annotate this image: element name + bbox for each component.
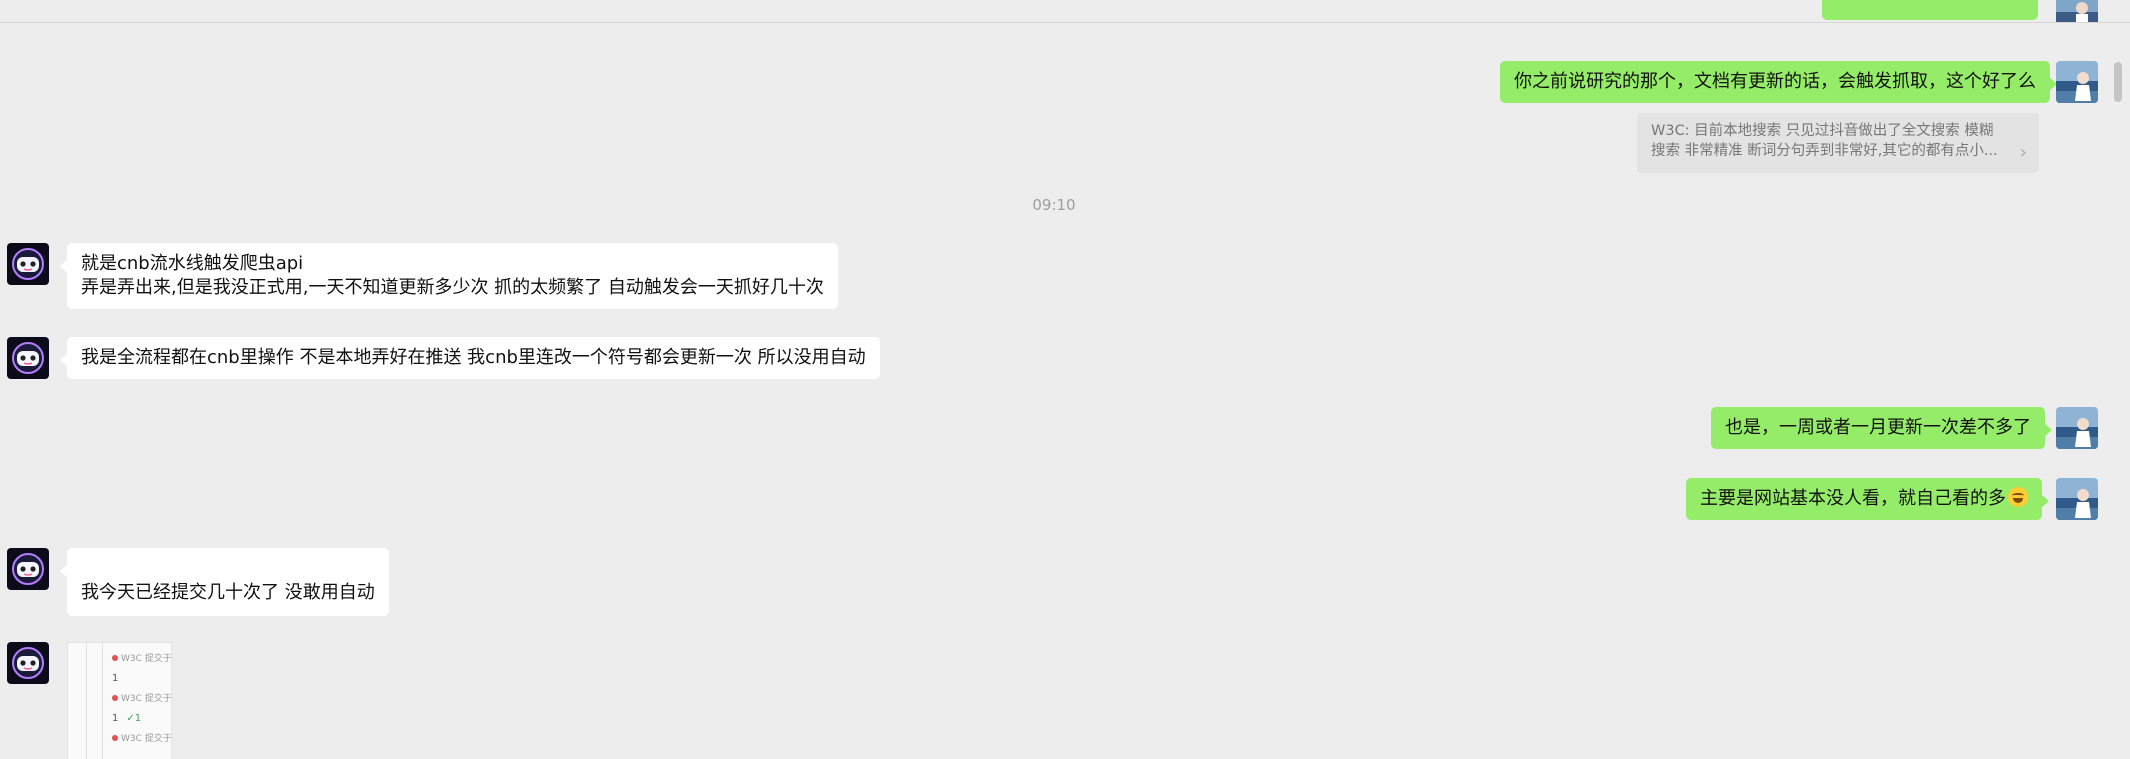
self-avatar-image <box>2056 478 2098 520</box>
self-avatar[interactable] <box>2056 407 2098 449</box>
quoted-reply[interactable]: W3C: 目前本地搜索 只见过抖音做出了全文搜索 模糊 搜索 非常精准 断词分句… <box>1637 113 2039 173</box>
status-dot-icon <box>112 735 118 741</box>
image-row: W3C 提交于 <box>112 731 171 744</box>
quote-line-1: W3C: 目前本地搜索 只见过抖音做出了全文搜索 模糊 <box>1651 123 1994 139</box>
chevron-right-icon: › <box>2019 142 2027 163</box>
image-number: 1 <box>112 673 119 684</box>
incoming-message[interactable]: 我是全流程都在cnb里操作 不是本地弄好在推送 我cnb里连改一个符号都会更新一… <box>60 337 880 379</box>
timestamp: 09:10 <box>1032 196 1076 214</box>
outgoing-message[interactable]: 主要是网站基本没人看，就自己看的多 <box>1686 478 2049 520</box>
self-avatar[interactable] <box>2056 478 2098 520</box>
image-message[interactable]: W3C 提交于 1 W3C 提交于 1 ✓1 W3C 提交于 <box>67 642 172 759</box>
status-dot-icon <box>112 655 118 661</box>
robot-avatar-icon <box>7 243 49 285</box>
scrollbar-thumb[interactable] <box>2114 62 2122 102</box>
contact-avatar[interactable] <box>7 548 49 590</box>
message-text: 我是全流程都在cnb里操作 不是本地弄好在推送 我cnb里连改一个符号都会更新一… <box>81 347 866 368</box>
message-text: 我今天已经提交几十次了 没敢用自动 <box>81 582 375 603</box>
status-dot-icon <box>112 695 118 701</box>
robot-avatar-icon <box>7 337 49 379</box>
partial-self-avatar[interactable] <box>2056 0 2098 22</box>
outgoing-message[interactable]: 也是，一周或者一月更新一次差不多了 <box>1711 407 2052 449</box>
robot-avatar-icon <box>7 548 49 590</box>
incoming-message[interactable]: 就是cnb流水线触发爬虫api 弄是弄出来,但是我没正式用,一天不知道更新多少次… <box>60 243 838 309</box>
self-avatar[interactable] <box>2056 61 2098 103</box>
image-row: W3C 提交于 <box>112 651 171 664</box>
top-divider <box>0 0 2130 23</box>
partial-previous-bubble <box>1822 0 2038 20</box>
quote-line-2: 搜索 非常精准 断词分句弄到非常好,其它的都有点小... <box>1651 143 1998 159</box>
message-text: 你之前说研究的那个，文档有更新的话，会触发抓取，这个好了么 <box>1514 71 2036 92</box>
robot-avatar-icon <box>7 642 49 684</box>
message-text-line-1: 就是cnb流水线触发爬虫api <box>81 253 304 274</box>
message-text: 也是，一周或者一月更新一次差不多了 <box>1725 417 2031 438</box>
self-avatar-image <box>2056 407 2098 449</box>
contact-avatar[interactable] <box>7 642 49 684</box>
outgoing-message[interactable]: 你之前说研究的那个，文档有更新的话，会触发抓取，这个好了么 <box>1500 61 2057 103</box>
image-divider <box>86 643 87 759</box>
joy-emoji-icon <box>2008 487 2028 507</box>
contact-avatar[interactable] <box>7 337 49 379</box>
image-row: W3C 提交于 <box>112 691 171 704</box>
self-avatar-image <box>2056 61 2098 103</box>
message-text: 主要是网站基本没人看，就自己看的多 <box>1700 488 2006 509</box>
image-divider <box>102 643 103 759</box>
image-number: 1 ✓1 <box>112 713 142 724</box>
contact-avatar[interactable] <box>7 243 49 285</box>
incoming-message[interactable]: 我今天已经提交几十次了 没敢用自动 <box>60 548 389 616</box>
message-text-line-2: 弄是弄出来,但是我没正式用,一天不知道更新多少次 抓的太频繁了 自动触发会一天抓… <box>81 277 824 298</box>
